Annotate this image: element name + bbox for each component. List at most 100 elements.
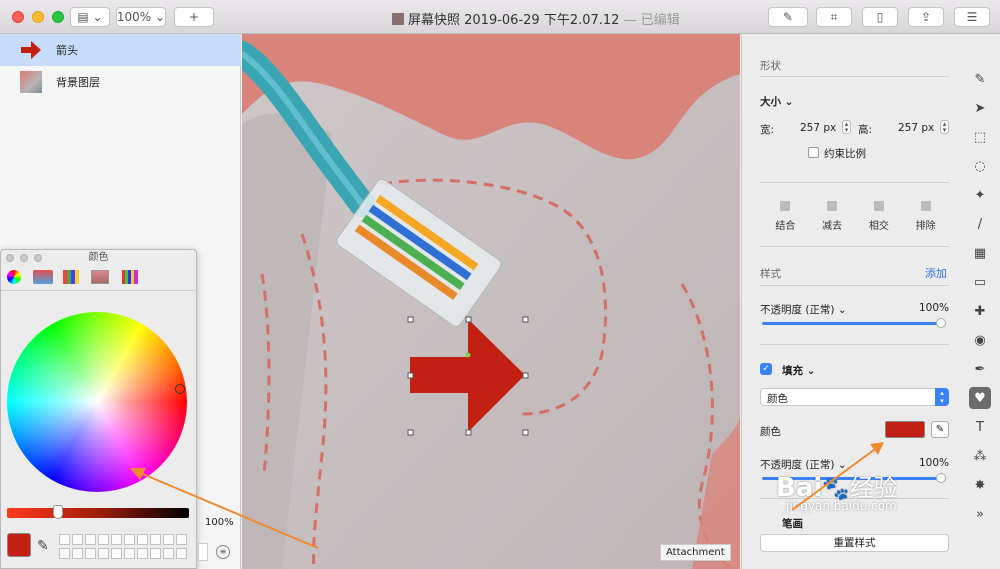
- minimize-icon[interactable]: [20, 254, 28, 262]
- marquee-icon[interactable]: ⬚: [969, 126, 991, 148]
- fill-checkbox[interactable]: ✓: [760, 363, 772, 375]
- fill-icon[interactable]: ▦: [969, 242, 991, 264]
- width-stepper[interactable]: ▴ ▾: [842, 120, 851, 134]
- color-panel: 颜色 ✎: [0, 249, 198, 569]
- fill-opacity-value: 100%: [919, 457, 950, 469]
- fill-dropdown[interactable]: 填充 ⌄: [782, 363, 815, 378]
- share-button[interactable]: ⇪: [908, 7, 944, 27]
- fill-color-well[interactable]: [885, 421, 925, 438]
- background-thumbnail-icon: [20, 71, 42, 93]
- style-icon[interactable]: ✎: [969, 68, 991, 90]
- brightness-slider[interactable]: [7, 505, 189, 519]
- image-palette-tab-icon[interactable]: [91, 270, 109, 284]
- sidebar-icon: ▤ ⌄: [77, 10, 103, 24]
- opacity-slider[interactable]: [762, 318, 946, 328]
- shape-heading: 形状: [760, 60, 781, 72]
- style-heading: 样式: [760, 268, 781, 280]
- color-wheel[interactable]: [7, 312, 187, 492]
- eyedropper-icon[interactable]: ✎: [37, 538, 49, 554]
- page-icon: ▯: [876, 10, 884, 24]
- sparkle-icon[interactable]: ✸: [969, 474, 991, 496]
- slider-knob[interactable]: [53, 505, 63, 519]
- zoom-in-button[interactable]: +: [174, 7, 214, 27]
- height-field[interactable]: 257 px: [898, 122, 934, 134]
- pointer-icon[interactable]: ➤: [969, 97, 991, 119]
- view-menu-button[interactable]: ▤ ⌄: [70, 7, 110, 27]
- chevron-down-icon: ⌄: [806, 365, 816, 377]
- zoom-window-button[interactable]: [52, 11, 64, 23]
- lasso-icon[interactable]: ◌: [969, 155, 991, 177]
- subtract-button[interactable]: 减去: [809, 197, 856, 233]
- clone-icon[interactable]: ◉: [969, 329, 991, 351]
- eraser-icon[interactable]: ▭: [969, 271, 991, 293]
- chevron-down-icon: ⌄: [837, 304, 847, 316]
- title-bar: ▤ ⌄ 100% ⌄ + 屏幕快照 2019-06-29 下午2.07.12 —…: [0, 0, 1000, 34]
- slider-knob[interactable]: [936, 318, 946, 328]
- divider: [760, 76, 949, 77]
- more-icon[interactable]: »: [969, 503, 991, 525]
- pen-icon: ✎: [782, 10, 794, 24]
- combine-button[interactable]: 结合: [762, 197, 809, 233]
- minimize-window-button[interactable]: [32, 11, 44, 23]
- chevron-down-icon: ⌄: [784, 96, 794, 108]
- palettes-tab-icon[interactable]: [63, 270, 79, 284]
- text-icon[interactable]: T: [969, 416, 991, 438]
- markup-button[interactable]: ✎: [768, 7, 808, 27]
- window-title: 屏幕快照 2019-06-29 下午2.07.12 — 已编辑: [392, 9, 680, 28]
- canvas[interactable]: Attachment: [242, 34, 740, 569]
- current-color-well[interactable]: [7, 533, 31, 557]
- sliders-icon: ☰: [966, 10, 978, 24]
- swatch-grid[interactable]: [59, 534, 187, 560]
- brush-icon[interactable]: /: [969, 213, 991, 235]
- divider: [760, 246, 949, 247]
- slider-knob[interactable]: [936, 473, 946, 483]
- divider: [1, 290, 198, 291]
- opacity-dropdown[interactable]: 不透明度 (正常) ⌄: [760, 302, 847, 317]
- zoom-icon[interactable]: [34, 254, 42, 262]
- sliders-tab-icon[interactable]: [33, 270, 53, 284]
- crop-icon: ⌗: [830, 9, 838, 24]
- magic-wand-icon[interactable]: ✦: [969, 184, 991, 206]
- crosshair-icon[interactable]: [175, 384, 185, 394]
- add-style-link[interactable]: 添加: [925, 265, 947, 281]
- combine-buttons: 结合 减去 相交 排除: [762, 197, 949, 233]
- effects-icon[interactable]: ⁂: [969, 445, 991, 467]
- size-dropdown[interactable]: 大小 ⌄: [760, 94, 793, 109]
- crop-button[interactable]: ⌗: [816, 7, 852, 27]
- filter-icon[interactable]: ≡: [216, 545, 230, 559]
- color-opacity-value: 100%: [205, 517, 234, 528]
- layer-item-background[interactable]: 背景图层: [0, 66, 241, 98]
- shape-icon[interactable]: ♥: [969, 387, 991, 409]
- exclude-button[interactable]: 排除: [902, 197, 949, 233]
- heal-icon[interactable]: ✚: [969, 300, 991, 322]
- zoom-menu-button[interactable]: 100% ⌄: [116, 7, 166, 27]
- watermark: Bai🐾经验 jingyan.baidu.com: [776, 473, 898, 513]
- layer-item-arrow[interactable]: 箭头: [0, 34, 241, 66]
- share-icon: ⇪: [920, 10, 932, 24]
- arrow-thumbnail-icon: [21, 41, 41, 59]
- tools-toolbar: ✎ ➤ ⬚ ◌ ✦ / ▦ ▭ ✚ ◉ ✒ ♥ T ⁂ ✸ »: [961, 34, 1000, 569]
- eyedropper-icon[interactable]: ✎: [931, 421, 949, 438]
- color-label: 颜色: [760, 426, 781, 438]
- close-icon[interactable]: [6, 254, 14, 262]
- document-button[interactable]: ▯: [862, 7, 898, 27]
- pencils-tab-icon[interactable]: [122, 270, 138, 284]
- reset-style-button[interactable]: 重置样式: [760, 534, 949, 552]
- color-panel-header: 颜色: [1, 250, 196, 268]
- height-stepper[interactable]: ▴ ▾: [940, 120, 949, 134]
- pen-icon[interactable]: ✒: [969, 358, 991, 380]
- constrain-checkbox[interactable]: [808, 147, 819, 158]
- chevron-down-icon: ⌄: [151, 10, 166, 24]
- width-field[interactable]: 257 px: [800, 122, 836, 134]
- fill-type-select[interactable]: 颜色 ▴ ▾: [760, 388, 949, 406]
- intersect-button[interactable]: 相交: [856, 197, 903, 233]
- color-wheel-tab-icon[interactable]: [7, 270, 21, 284]
- inspector-toggle-button[interactable]: ☰: [954, 7, 990, 27]
- divider: [760, 182, 949, 183]
- width-label: 宽:: [760, 124, 775, 136]
- attachment-label: Attachment: [660, 544, 731, 561]
- height-label: 高:: [858, 124, 873, 136]
- stroke-label[interactable]: 笔画: [782, 516, 803, 531]
- opacity-value: 100%: [919, 302, 950, 314]
- close-window-button[interactable]: [12, 11, 24, 23]
